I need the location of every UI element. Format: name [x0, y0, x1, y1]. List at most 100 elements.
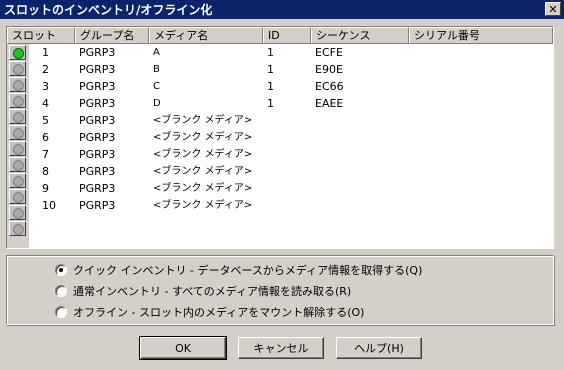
cell-sequence [311, 163, 409, 180]
cell-sequence: EAEE [315, 97, 344, 110]
cell-slot: 10 [42, 199, 56, 212]
cell-media: <ブランク メディア> [153, 115, 253, 126]
close-button[interactable]: ✕ [545, 2, 561, 16]
slot-status-icon[interactable] [9, 205, 26, 220]
table-row[interactable]: 8 PGRP3 <ブランク メディア> [29, 163, 553, 180]
slot-list[interactable]: スロット グループ名 メディア名 ID シーケンス シリアル番号 1 PGRP3… [6, 26, 554, 249]
window-title: スロットのインベントリ/オフライン化 [4, 3, 213, 17]
cell-serial [409, 129, 553, 146]
cell-sequence: ECFE [315, 46, 343, 59]
column-header-slot[interactable]: スロット [7, 27, 75, 44]
slot-status-icon[interactable] [9, 173, 26, 188]
cell-slot: 3 [42, 80, 49, 93]
cell-slot: 9 [42, 182, 49, 195]
cell-serial [409, 180, 553, 197]
cell-slot: 2 [42, 63, 49, 76]
slot-status-icon[interactable] [9, 125, 26, 140]
cell-media: <ブランク メディア> [153, 166, 253, 177]
cell-group: PGRP3 [79, 148, 116, 161]
slot-status-icon[interactable] [9, 109, 26, 124]
cell-id [263, 197, 311, 214]
table-row[interactable]: 2 PGRP3 B 1 E90E [29, 61, 553, 78]
cell-sequence [311, 112, 409, 129]
cell-id: 1 [267, 97, 274, 110]
slot-status-icon[interactable] [9, 141, 26, 156]
column-header-serial[interactable]: シリアル番号 [409, 27, 553, 44]
slot-status-icon[interactable] [9, 157, 26, 172]
cell-group: PGRP3 [79, 131, 116, 144]
table-row[interactable]: 4 PGRP3 D 1 EAEE [29, 95, 553, 112]
column-header-group[interactable]: グループ名 [75, 27, 149, 44]
table-row[interactable]: 6 PGRP3 <ブランク メディア> [29, 129, 553, 146]
slot-status-icon[interactable] [9, 45, 26, 60]
radio-quick-inventory[interactable]: クイック インベントリ - データベースからメディア情報を取得する(Q) [55, 261, 422, 278]
cell-id [263, 146, 311, 163]
cell-group: PGRP3 [79, 46, 116, 59]
list-rows: 1 PGRP3 A 1 ECFE 2 PGRP3 B 1 E90E 3 PGRP… [29, 44, 553, 214]
title-bar: スロットのインベントリ/オフライン化 ✕ [0, 0, 564, 19]
cell-sequence [311, 197, 409, 214]
radio-button-icon[interactable] [55, 263, 67, 276]
cell-media: <ブランク メディア> [153, 183, 253, 194]
cell-id: 1 [267, 46, 274, 59]
radio-button-icon[interactable] [55, 305, 67, 318]
cell-media: B [153, 64, 160, 75]
column-header-media[interactable]: メディア名 [149, 27, 263, 44]
list-header: スロット グループ名 メディア名 ID シーケンス シリアル番号 [7, 27, 553, 44]
column-header-sequence[interactable]: シーケンス [311, 27, 409, 44]
cell-serial [409, 61, 553, 78]
cell-slot: 6 [42, 131, 49, 144]
cell-group: PGRP3 [79, 165, 116, 178]
slot-status-icon[interactable] [9, 61, 26, 76]
cell-group: PGRP3 [79, 97, 116, 110]
cell-media: D [153, 98, 161, 109]
cell-id [263, 163, 311, 180]
radio-button-icon[interactable] [55, 284, 67, 297]
table-row[interactable]: 9 PGRP3 <ブランク メディア> [29, 180, 553, 197]
cell-serial [409, 112, 553, 129]
cell-id: 1 [267, 63, 274, 76]
cell-slot: 4 [42, 97, 49, 110]
column-header-id[interactable]: ID [263, 27, 311, 44]
slot-status-icon[interactable] [9, 189, 26, 204]
table-row[interactable]: 7 PGRP3 <ブランク メディア> [29, 146, 553, 163]
cell-serial [409, 146, 553, 163]
cell-media: C [153, 81, 160, 92]
cell-group: PGRP3 [79, 182, 116, 195]
table-row[interactable]: 5 PGRP3 <ブランク メディア> [29, 112, 553, 129]
slot-status-column [7, 44, 29, 248]
cell-sequence [311, 180, 409, 197]
cell-slot: 7 [42, 148, 49, 161]
cell-sequence [311, 146, 409, 163]
cell-group: PGRP3 [79, 80, 116, 93]
cancel-button[interactable]: キャンセル [238, 337, 324, 359]
radio-offline[interactable]: オフライン - スロット内のメディアをマウント解除する(O) [55, 303, 364, 320]
cell-group: PGRP3 [79, 114, 116, 127]
help-button[interactable]: ヘルプ(H) [336, 337, 422, 359]
slot-status-icon[interactable] [9, 221, 26, 236]
table-row[interactable]: 10 PGRP3 <ブランク メディア> [29, 197, 553, 214]
inventory-mode-group: クイック インベントリ - データベースからメディア情報を取得する(Q) 通常イ… [6, 255, 554, 325]
cell-id [263, 129, 311, 146]
radio-normal-inventory[interactable]: 通常インベントリ - すべてのメディア情報を読み取る(R) [55, 282, 351, 299]
cell-media: A [153, 47, 160, 58]
cell-media: <ブランク メディア> [153, 132, 253, 143]
close-icon: ✕ [548, 2, 558, 16]
slot-status-icon[interactable] [9, 93, 26, 108]
cell-sequence: EC66 [315, 80, 344, 93]
cell-sequence: E90E [315, 63, 343, 76]
ok-button[interactable]: OK [139, 336, 227, 360]
radio-label-quick: クイック インベントリ - データベースからメディア情報を取得する(Q) [73, 263, 423, 277]
cell-serial [409, 163, 553, 180]
cell-group: PGRP3 [79, 199, 116, 212]
table-row[interactable]: 3 PGRP3 C 1 EC66 [29, 78, 553, 95]
cell-serial [409, 78, 553, 95]
cell-group: PGRP3 [79, 63, 116, 76]
slot-status-icon[interactable] [9, 77, 26, 92]
cell-sequence [311, 129, 409, 146]
cell-slot: 5 [42, 114, 49, 127]
table-row[interactable]: 1 PGRP3 A 1 ECFE [29, 44, 553, 61]
cell-serial [409, 44, 553, 61]
cell-media: <ブランク メディア> [153, 149, 253, 160]
cell-id: 1 [267, 80, 274, 93]
